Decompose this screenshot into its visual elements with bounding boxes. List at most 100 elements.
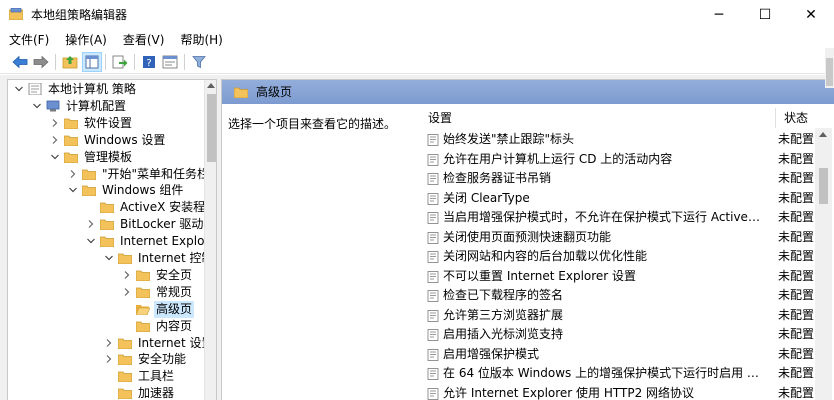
column-divider[interactable] bbox=[775, 108, 776, 128]
policy-setting-icon bbox=[427, 290, 439, 302]
menu-bar: 文件(F) 操作(A) 查看(V) 帮助(H) bbox=[0, 30, 834, 50]
list-item[interactable]: 检查已下载程序的签名 未配置 bbox=[420, 286, 815, 306]
outer-scrollbar-thumb[interactable] bbox=[826, 58, 833, 86]
tree-item-label: 本地计算机 策略 bbox=[48, 82, 136, 96]
tree-item[interactable]: 常规页 bbox=[8, 284, 204, 301]
outer-scrollbar[interactable] bbox=[825, 48, 834, 88]
folder-icon bbox=[234, 87, 248, 98]
tree-item[interactable]: Windows 组件 bbox=[8, 182, 204, 199]
list-item[interactable]: 关闭网站和内容的后台加载以优化性能 未配置 bbox=[420, 247, 815, 267]
tree-item[interactable]: Windows 设置 bbox=[8, 132, 204, 149]
list-item[interactable]: 不可以重置 Internet Explorer 设置 未配置 bbox=[420, 267, 815, 287]
tree-item[interactable]: 工具栏 bbox=[8, 368, 204, 385]
chevron-right-icon[interactable] bbox=[122, 287, 132, 297]
tree-item-label: 工具栏 bbox=[138, 369, 175, 384]
menu-file[interactable]: 文件(F) bbox=[0, 30, 56, 50]
setting-state: 未配置 bbox=[778, 366, 815, 380]
tree-item[interactable]: Internet 控制面板 bbox=[8, 250, 204, 267]
setting-name: 始终发送"禁止跟踪"标头 bbox=[443, 132, 575, 146]
settings-list: 设置 状态 始终发送"禁止跟踪"标头 未配置 允许在用户计算机上运行 CD 上的活动… bbox=[420, 104, 834, 400]
setting-state: 未配置 bbox=[778, 190, 815, 205]
menu-view[interactable]: 查看(V) bbox=[114, 30, 172, 50]
tree-item[interactable]: Internet 设置 bbox=[8, 335, 204, 352]
setting-state: 未配置 bbox=[778, 268, 815, 283]
maximize-button[interactable]: ☐ bbox=[742, 0, 788, 30]
window-title: 本地组策略编辑器 bbox=[31, 8, 128, 22]
list-item[interactable]: 检查服务器证书吊销 未配置 bbox=[420, 169, 815, 189]
list-item[interactable]: 允许 Internet Explorer 使用 HTTP2 网络协议 未配置 bbox=[420, 384, 815, 400]
show-hide-tree-button[interactable] bbox=[82, 52, 102, 72]
column-header-setting[interactable]: 设置 bbox=[428, 108, 452, 128]
tree-item[interactable]: BitLocker 驱动器加密 bbox=[8, 216, 204, 233]
tree-item[interactable]: 加速器 bbox=[8, 385, 204, 400]
tree-item-label: 计算机配置 bbox=[66, 98, 127, 113]
back-button[interactable] bbox=[10, 52, 30, 72]
up-one-level-button[interactable] bbox=[60, 52, 80, 72]
properties-button[interactable] bbox=[160, 52, 180, 72]
forward-button[interactable] bbox=[31, 52, 51, 72]
tree-item[interactable]: 安全功能 bbox=[8, 351, 204, 368]
chevron-down-icon[interactable] bbox=[50, 152, 60, 162]
policy-setting-icon bbox=[427, 153, 439, 166]
setting-state: 未配置 bbox=[778, 307, 815, 322]
list-item[interactable]: 启用增强保护模式 未配置 bbox=[420, 345, 815, 365]
chevron-down-icon[interactable] bbox=[68, 185, 78, 195]
tree-item[interactable]: Internet Explorer bbox=[8, 233, 204, 250]
chevron-down-icon[interactable] bbox=[32, 101, 42, 111]
chevron-right-icon[interactable] bbox=[104, 354, 114, 364]
tree-scrollbar[interactable] bbox=[204, 80, 216, 400]
list-item[interactable]: 允许第三方浏览器扩展 未配置 bbox=[420, 306, 815, 326]
chevron-down-icon[interactable] bbox=[14, 84, 24, 94]
chevron-right-icon[interactable] bbox=[104, 338, 114, 348]
description-pane: 选择一个项目来查看它的描述。 bbox=[222, 104, 420, 400]
tree-item[interactable]: 安全页 bbox=[8, 267, 204, 284]
setting-name: 关闭 ClearType bbox=[443, 190, 530, 205]
tree-item[interactable]: ActiveX 安装程序服务 bbox=[8, 199, 204, 216]
list-item[interactable]: 当启用增强保护模式时，不允许在保护模式下运行 ActiveX 控件 未配置 bbox=[420, 208, 815, 228]
tree-item[interactable]: 计算机配置 bbox=[8, 98, 204, 115]
setting-name: 在 64 位版本 Windows 上的增强保护模式下运行时启用 64 位进程 bbox=[443, 366, 765, 380]
toolbar-separator bbox=[134, 54, 135, 70]
list-item[interactable]: 允许在用户计算机上运行 CD 上的活动内容 未配置 bbox=[420, 150, 815, 170]
chevron-right-icon[interactable] bbox=[86, 219, 96, 229]
tree-item[interactable]: 本地计算机 策略 bbox=[8, 81, 204, 98]
tree-item-label: 管理模板 bbox=[84, 149, 133, 164]
list-item[interactable]: 在 64 位版本 Windows 上的增强保护模式下运行时启用 64 位进程未配… bbox=[420, 364, 815, 384]
tree-scrollbar-thumb[interactable] bbox=[207, 94, 216, 162]
settings-scrollbar-thumb[interactable] bbox=[819, 168, 828, 204]
tree-item[interactable]: 高级页 bbox=[8, 300, 204, 318]
column-header-state[interactable]: 状态 bbox=[784, 108, 808, 128]
tree-item[interactable]: "开始"菜单和任务栏 bbox=[8, 166, 204, 183]
chevron-right-icon[interactable] bbox=[68, 169, 78, 179]
tree-item-label: 常规页 bbox=[156, 284, 193, 299]
minimize-button[interactable]: ─ bbox=[696, 0, 742, 30]
folder-icon bbox=[82, 185, 96, 197]
settings-scrollbar[interactable] bbox=[815, 128, 832, 400]
chevron-right-icon[interactable] bbox=[122, 270, 132, 280]
folder-icon bbox=[136, 270, 150, 281]
policy-setting-icon bbox=[427, 387, 439, 400]
menu-help[interactable]: 帮助(H) bbox=[171, 30, 229, 50]
list-item[interactable]: 关闭 ClearType 未配置 bbox=[420, 189, 815, 209]
menu-action[interactable]: 操作(A) bbox=[56, 30, 114, 50]
chevron-right-icon[interactable] bbox=[50, 135, 60, 145]
list-item[interactable]: 始终发送"禁止跟踪"标头 未配置 bbox=[420, 130, 815, 150]
filter-button[interactable] bbox=[189, 52, 209, 72]
scroll-up-arrow-icon[interactable] bbox=[819, 132, 827, 137]
folder-icon bbox=[118, 388, 132, 400]
chevron-down-icon[interactable] bbox=[104, 253, 114, 263]
chevron-down-icon[interactable] bbox=[86, 236, 96, 246]
close-button[interactable]: ✕ bbox=[788, 0, 834, 30]
scroll-up-arrow-icon[interactable] bbox=[207, 83, 215, 88]
list-item[interactable]: 启用插入光标浏览支持 未配置 bbox=[420, 325, 815, 345]
list-item[interactable]: 关闭使用页面预测快速翻页功能 未配置 bbox=[420, 228, 815, 248]
chevron-right-icon[interactable] bbox=[50, 118, 60, 128]
export-list-button[interactable] bbox=[110, 52, 130, 72]
tree-item[interactable]: 内容页 bbox=[8, 318, 204, 335]
tree-item[interactable]: 管理模板 bbox=[8, 149, 204, 166]
tree-item-label: 安全功能 bbox=[138, 352, 187, 367]
help-button[interactable]: ? bbox=[139, 52, 159, 72]
tree-item-label: Windows 设置 bbox=[84, 132, 166, 147]
tree-item[interactable]: 软件设置 bbox=[8, 115, 204, 132]
toolbar-separator bbox=[105, 54, 106, 70]
